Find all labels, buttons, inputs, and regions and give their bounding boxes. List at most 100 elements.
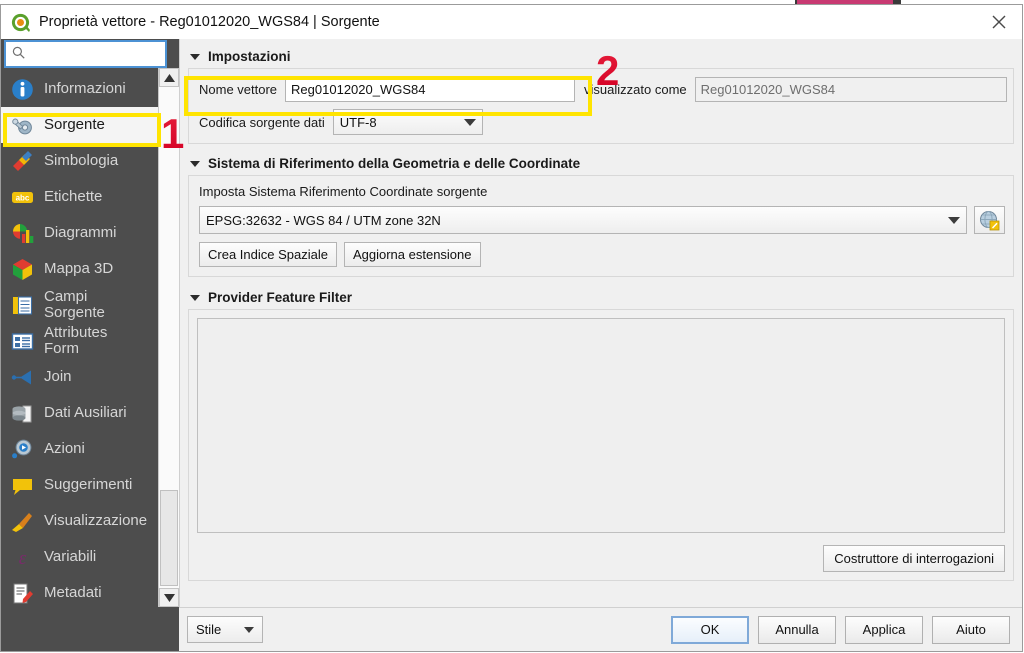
sidebar-item-label: Simbologia — [44, 152, 119, 170]
dialog-footer: Stile OK Annulla Applica Aiuto — [1, 607, 1022, 651]
sidebar-item-diagrammi[interactable]: Diagrammi — [1, 215, 158, 251]
query-builder-row: Costruttore di interrogazioni — [197, 545, 1005, 572]
sidebar-item-label: Attributes Form — [44, 324, 108, 357]
crs-group-box: Imposta Sistema Riferimento Coordinate s… — [188, 175, 1014, 277]
qgis-logo-icon — [11, 13, 30, 32]
sidebar-item-azioni[interactable]: Azioni — [1, 431, 158, 467]
info-icon — [9, 76, 35, 102]
displayed-as-label: visualizzato come — [584, 82, 687, 97]
sidebar-item-etichette[interactable]: abc Etichette — [1, 179, 158, 215]
ok-button[interactable]: OK — [671, 615, 749, 644]
sidebar-item-label: Join — [44, 368, 72, 386]
sidebar-item-join[interactable]: Join — [1, 359, 158, 395]
sidebar-item-label: Suggerimenti — [44, 476, 133, 494]
sidebar-nav-list: Informazioni Sorgente Simbologia abc Eti… — [1, 68, 158, 607]
dialog-body: Informazioni Sorgente Simbologia abc Eti… — [1, 39, 1022, 607]
filter-group-box: Costruttore di interrogazioni — [188, 309, 1014, 581]
sidebar-item-variabili[interactable]: ε Variabili — [1, 539, 158, 575]
abc-label-icon: abc — [9, 184, 35, 210]
dialog-title: Proprietà vettore - Reg01012020_WGS84 | … — [39, 14, 380, 30]
scrollbar-track[interactable] — [159, 87, 179, 588]
sidebar-item-metadati[interactable]: Metadati — [1, 575, 158, 607]
layer-name-label: Nome vettore — [199, 82, 278, 97]
collapse-triangle-icon — [190, 53, 200, 60]
filter-group-title: Provider Feature Filter — [208, 290, 353, 305]
sidebar-scrollbar[interactable] — [158, 68, 179, 607]
vector-properties-dialog: Proprietà vettore - Reg01012020_WGS84 | … — [0, 4, 1023, 652]
crs-globe-icon[interactable] — [974, 206, 1005, 234]
sidebar-item-label: Mappa 3D — [44, 260, 114, 278]
scroll-down-arrow-icon[interactable] — [159, 588, 179, 607]
sidebar-item-simbologia[interactable]: Simbologia — [1, 143, 158, 179]
encoding-row: Codifica sorgente dati UTF-8 — [199, 109, 1007, 135]
chevron-down-icon — [244, 626, 254, 633]
broom-icon — [9, 508, 35, 534]
encoding-value: UTF-8 — [339, 114, 377, 130]
bar-chart-icon — [9, 220, 35, 246]
style-button-label: Stile — [196, 622, 222, 637]
sidebar-item-sorgente[interactable]: Sorgente — [1, 107, 158, 143]
epsilon-icon: ε — [9, 544, 35, 570]
sidebar: Informazioni Sorgente Simbologia abc Eti… — [1, 39, 206, 607]
sidebar-footer-filler — [1, 607, 179, 651]
crs-action-buttons: Crea Indice Spaziale Aggiorna estensione — [199, 242, 1005, 267]
database-copy-icon — [9, 400, 35, 426]
search-icon — [12, 46, 25, 62]
svg-text:abc: abc — [15, 193, 29, 202]
collapse-triangle-icon — [190, 294, 200, 301]
speech-bubble-icon — [9, 472, 35, 498]
help-button[interactable]: Aiuto — [932, 615, 1010, 644]
provider-filter-textarea[interactable] — [197, 318, 1005, 533]
query-builder-button[interactable]: Costruttore di interrogazioni — [823, 545, 1005, 572]
sidebar-item-mappa-3d[interactable]: Mappa 3D — [1, 251, 158, 287]
update-extent-button[interactable]: Aggiorna estensione — [343, 242, 481, 267]
gear-play-icon — [9, 436, 35, 462]
cube-3d-icon — [9, 256, 35, 282]
sidebar-item-label: Campi Sorgente — [44, 288, 105, 321]
fields-table-icon — [9, 292, 35, 318]
sidebar-item-label: Sorgente — [44, 116, 105, 134]
filter-group-header[interactable]: Provider Feature Filter — [190, 290, 1014, 305]
cancel-button[interactable]: Annulla — [758, 615, 836, 644]
footer-button-bar: Stile OK Annulla Applica Aiuto — [179, 607, 1022, 651]
sidebar-item-dati-ausiliari[interactable]: Dati Ausiliari — [1, 395, 158, 431]
close-icon[interactable] — [976, 5, 1022, 39]
crs-group-header[interactable]: Sistema di Riferimento della Geometria e… — [190, 156, 1014, 171]
wrench-gear-icon — [9, 112, 35, 138]
apply-button[interactable]: Applica — [845, 615, 923, 644]
scrollbar-thumb[interactable] — [160, 490, 178, 586]
sidebar-item-suggerimenti[interactable]: Suggerimenti — [1, 467, 158, 503]
dialog-titlebar: Proprietà vettore - Reg01012020_WGS84 | … — [1, 5, 1022, 39]
sidebar-item-label: Metadati — [44, 584, 102, 602]
chevron-down-icon — [463, 118, 476, 126]
encoding-combobox[interactable]: UTF-8 — [332, 109, 483, 135]
sidebar-item-attributes-form[interactable]: Attributes Form — [1, 323, 158, 359]
sidebar-item-informazioni[interactable]: Informazioni — [1, 71, 158, 107]
set-crs-label: Imposta Sistema Riferimento Coordinate s… — [199, 184, 488, 199]
sidebar-item-label: Informazioni — [44, 80, 126, 98]
style-button[interactable]: Stile — [187, 616, 263, 643]
sidebar-item-campi-sorgente[interactable]: Campi Sorgente — [1, 287, 158, 323]
sidebar-nav-area: Informazioni Sorgente Simbologia abc Eti… — [1, 68, 179, 607]
form-layout-icon — [9, 328, 35, 354]
join-arrow-icon — [9, 364, 35, 390]
create-spatial-index-button[interactable]: Crea Indice Spaziale — [199, 242, 337, 267]
layer-name-input[interactable] — [285, 77, 576, 102]
content-panel: Impostazioni Nome vettore visualizzato c… — [179, 39, 1022, 607]
search-box[interactable] — [4, 40, 206, 68]
encoding-label: Codifica sorgente dati — [199, 114, 325, 130]
dialog-action-buttons: OK Annulla Applica Aiuto — [671, 615, 1010, 644]
layer-name-row: Nome vettore visualizzato come — [199, 77, 1007, 102]
document-edit-icon — [9, 580, 35, 606]
settings-group-header[interactable]: Impostazioni — [190, 49, 1014, 64]
sidebar-item-label: Dati Ausiliari — [44, 404, 127, 422]
scroll-up-arrow-icon[interactable] — [159, 68, 179, 87]
crs-combobox[interactable]: EPSG:32632 - WGS 84 / UTM zone 32N — [199, 206, 967, 234]
sidebar-item-visualizzazione[interactable]: Visualizzazione — [1, 503, 158, 539]
settings-group-box: Nome vettore visualizzato come Codifica … — [188, 68, 1014, 144]
sidebar-item-label: Azioni — [44, 440, 85, 458]
svg-text:ε: ε — [18, 548, 26, 569]
sidebar-item-label: Etichette — [44, 188, 103, 206]
collapse-triangle-icon — [190, 160, 200, 167]
settings-group-title: Impostazioni — [208, 49, 291, 64]
